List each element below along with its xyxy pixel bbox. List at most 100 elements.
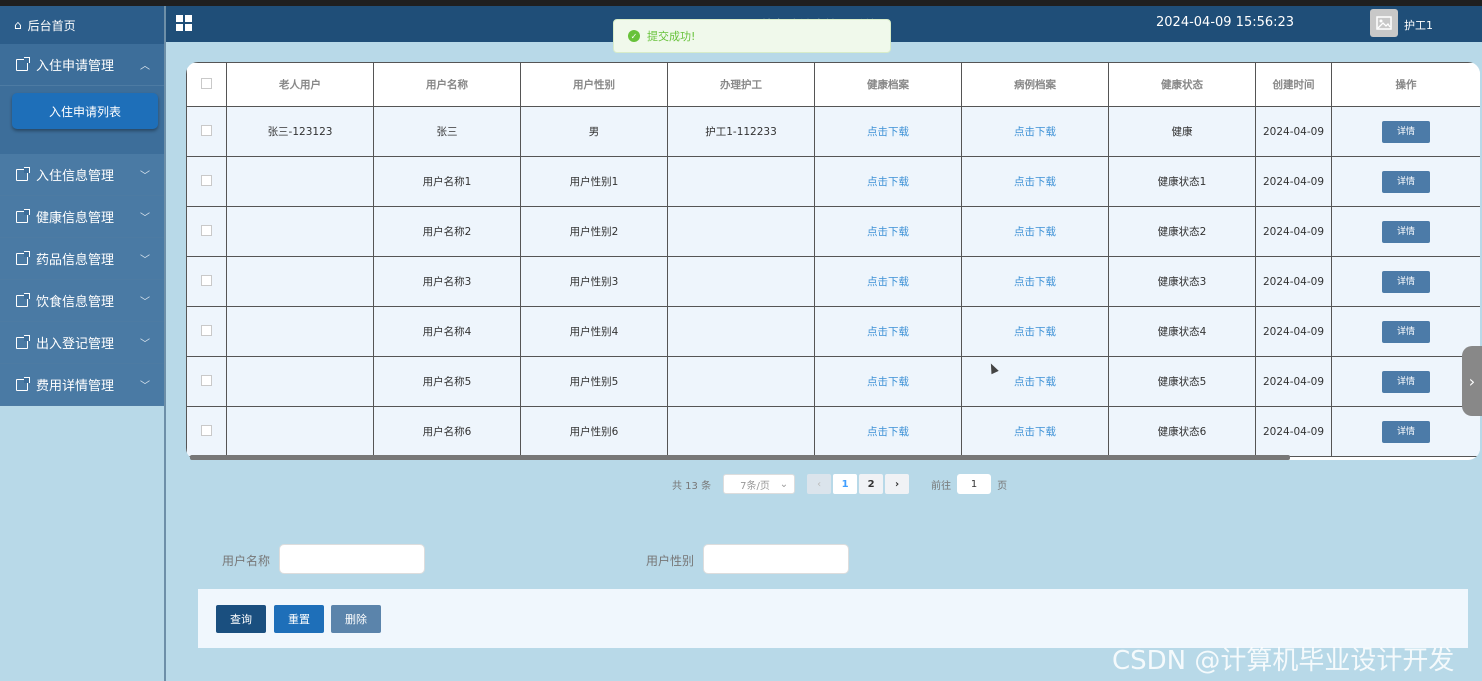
sidebar-submenu: 入住申请列表 [0,86,164,154]
page-button[interactable]: 1 [833,474,858,494]
detail-button[interactable]: 详情 [1382,120,1430,143]
detail-button[interactable]: 详情 [1382,270,1430,293]
cell-created: 2024-04-09 [1255,306,1332,357]
home-icon: ⌂ [14,18,22,32]
select-all-checkbox[interactable] [186,62,227,107]
reset-button[interactable]: 重置 [274,605,324,633]
table-row: 用户名称3 用户性别3 点击下载 点击下载 健康状态3 2024-04-09 详… [186,256,1480,307]
detail-button[interactable]: 详情 [1382,420,1430,443]
cell-health-file: 点击下载 [814,256,962,307]
gender-search-label: 用户性别 [646,554,695,568]
detail-button[interactable]: 详情 [1382,370,1430,393]
data-table-container: 老人用户 用户名称 用户性别 办理护工 健康档案 病例档案 健康状态 创建时间 … [186,62,1480,460]
cell-case-file: 点击下载 [961,256,1109,307]
cell-name: 用户名称4 [373,306,521,357]
menu-grid-icon[interactable] [176,15,192,31]
case-file-download-link[interactable]: 点击下载 [1014,426,1056,438]
sidebar-menu-item[interactable]: 健康信息管理 ﹀ [0,196,164,238]
cell-actions: 详情 [1331,206,1480,257]
chevron-left-icon: ‹ [817,478,822,490]
row-checkbox[interactable] [186,356,227,407]
cell-actions: 详情 [1331,406,1480,457]
case-file-download-link[interactable]: 点击下载 [1014,376,1056,388]
page-suffix: 页 [997,480,1008,492]
cell-gender: 用户性别5 [520,356,668,407]
sidebar-menu-label: 饮食信息管理 [36,295,115,310]
sidebar-subitem-label: 入住申请列表 [48,104,121,119]
sidebar-menu-list: 入住信息管理 ﹀ 健康信息管理 ﹀ 药品信息管理 ﹀ 饮食信息管理 ﹀ 出入登记… [0,154,164,406]
column-header: 用户名称 [373,62,521,107]
chevron-right-icon[interactable]: › [1462,346,1482,416]
sidebar-menu-item[interactable]: 出入登记管理 ﹀ [0,322,164,364]
case-file-download-link[interactable]: 点击下载 [1014,276,1056,288]
page-size-select[interactable]: 7条/页 ⌄ [723,474,796,494]
cell-created: 2024-04-09 [1255,256,1332,307]
document-icon [16,292,30,307]
cell-created: 2024-04-09 [1255,106,1332,157]
detail-button[interactable]: 详情 [1382,220,1430,243]
column-header: 健康状态 [1108,62,1256,107]
sidebar-menu-item[interactable]: 饮食信息管理 ﹀ [0,280,164,322]
cell-created: 2024-04-09 [1255,156,1332,207]
health-file-download-link[interactable]: 点击下载 [867,426,909,438]
sidebar-subitem-checkin-list[interactable]: 入住申请列表 [12,93,158,129]
cell-health-file: 点击下载 [814,306,962,357]
health-file-download-link[interactable]: 点击下载 [867,126,909,138]
row-checkbox[interactable] [186,156,227,207]
cell-actions: 详情 [1331,106,1480,157]
table-horizontal-scrollbar[interactable] [190,455,1290,460]
cell-name: 用户名称6 [373,406,521,457]
prev-page-button[interactable]: ‹ [807,474,832,494]
health-file-download-link[interactable]: 点击下载 [867,176,909,188]
cell-actions: 详情 [1331,356,1480,407]
detail-button[interactable]: 详情 [1382,320,1430,343]
case-file-download-link[interactable]: 点击下载 [1014,176,1056,188]
sidebar-menu-item[interactable]: 入住信息管理 ﹀ [0,154,164,196]
sidebar-home[interactable]: ⌂ 后台首页 [0,6,164,44]
detail-button[interactable]: 详情 [1382,170,1430,193]
cell-nurse [667,306,815,357]
cell-health-file: 点击下载 [814,106,962,157]
query-button[interactable]: 查询 [216,605,266,633]
row-checkbox[interactable] [186,306,227,357]
avatar-image-icon[interactable] [1370,9,1398,37]
case-file-download-link[interactable]: 点击下载 [1014,126,1056,138]
gender-search-input[interactable] [703,544,849,574]
case-file-download-link[interactable]: 点击下载 [1014,226,1056,238]
page-button[interactable]: 2 [859,474,884,494]
row-checkbox[interactable] [186,406,227,457]
cell-gender: 用户性别6 [520,406,668,457]
sidebar-menu-item[interactable]: 费用详情管理 ﹀ [0,364,164,406]
sidebar-menu-checkin-application[interactable]: 入住申请管理 ︿ [0,44,164,86]
cell-nurse: 护工1-112233 [667,106,815,157]
cell-nurse [667,256,815,307]
sidebar-menu-label: 出入登记管理 [36,337,115,352]
next-page-button[interactable]: › [885,474,910,494]
chevron-down-icon: ﹀ [140,381,150,392]
cell-elder [226,156,374,207]
cell-health-file: 点击下载 [814,356,962,407]
cell-health-file: 点击下载 [814,406,962,457]
pagination-total: 共 13 条 [672,480,712,492]
chevron-up-icon: ︿ [140,61,150,72]
row-checkbox[interactable] [186,206,227,257]
table-row: 用户名称4 用户性别4 点击下载 点击下载 健康状态4 2024-04-09 详… [186,306,1480,357]
health-file-download-link[interactable]: 点击下载 [867,226,909,238]
row-checkbox[interactable] [186,256,227,307]
goto-page-input[interactable]: 1 [957,474,992,494]
pagination: 共 13 条 7条/页 ⌄ ‹ 1 2 › 前往 1 页 [672,474,1007,494]
row-checkbox[interactable] [186,106,227,157]
sidebar-menu-item[interactable]: 药品信息管理 ﹀ [0,238,164,280]
chevron-down-icon: ﹀ [140,255,150,266]
cell-elder [226,356,374,407]
name-search-input[interactable] [279,544,425,574]
delete-button[interactable]: 删除 [331,605,381,633]
cell-gender: 男 [520,106,668,157]
health-file-download-link[interactable]: 点击下载 [867,326,909,338]
health-file-download-link[interactable]: 点击下载 [867,376,909,388]
case-file-download-link[interactable]: 点击下载 [1014,326,1056,338]
health-file-download-link[interactable]: 点击下载 [867,276,909,288]
header-username[interactable]: 护工1 [1404,17,1433,33]
cell-status: 健康 [1108,106,1256,157]
toast-message: 提交成功! [647,30,696,43]
